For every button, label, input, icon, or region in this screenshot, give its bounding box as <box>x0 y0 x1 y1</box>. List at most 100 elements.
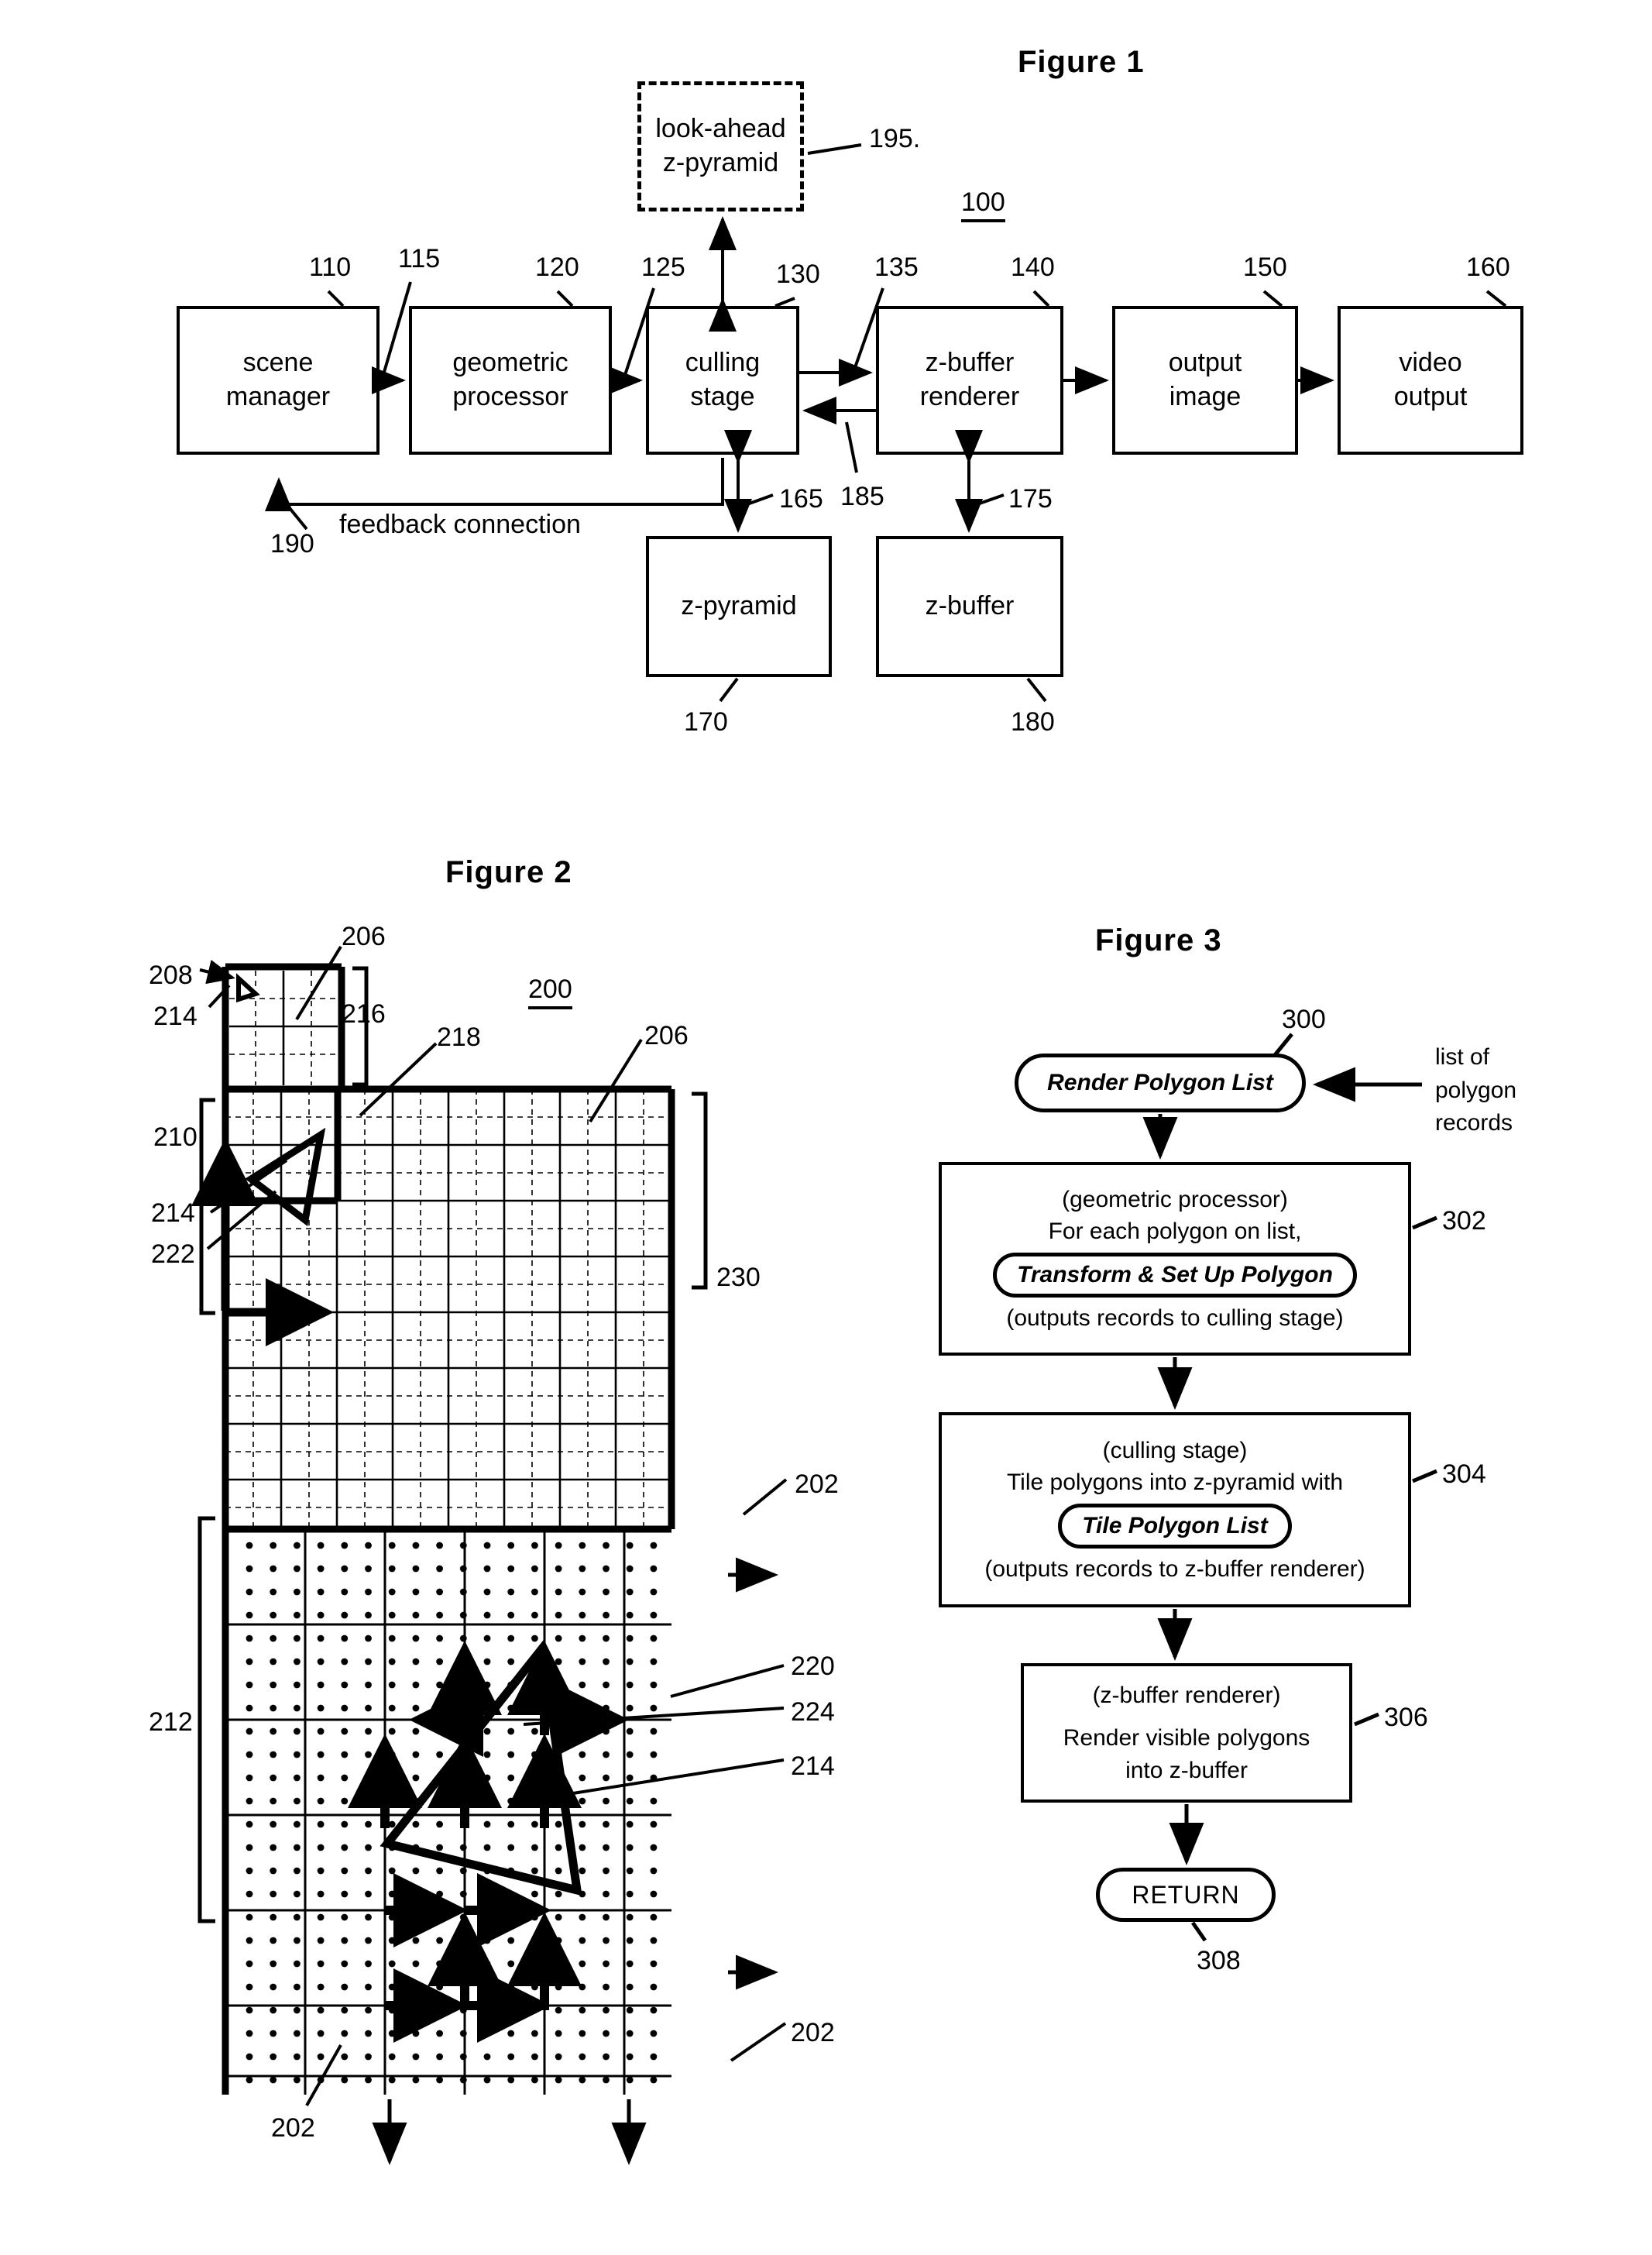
ref-185: 185 <box>840 482 884 511</box>
z-pyramid-label: z-pyramid <box>681 591 797 621</box>
flow-side-note: list of polygon records <box>1435 1041 1516 1140</box>
z-buffer-label: z-buffer <box>925 591 1015 621</box>
step-302-line-1: (geometric processor) <box>1062 1186 1288 1212</box>
step-304-pill[interactable]: Tile Polygon List <box>1058 1503 1292 1549</box>
ref2-208: 208 <box>149 961 193 990</box>
video-output-box[interactable]: video output <box>1338 306 1523 455</box>
ref-120: 120 <box>535 253 579 282</box>
culling-stage-box[interactable]: culling stage <box>646 306 799 455</box>
ref2-224: 224 <box>791 1697 835 1727</box>
ref-180: 180 <box>1011 707 1055 737</box>
video-output-line-1: video <box>1399 348 1462 378</box>
video-output-label: video output <box>1394 346 1468 414</box>
ref3-306: 306 <box>1384 1703 1428 1732</box>
figure-3-title: Figure 3 <box>1095 923 1222 957</box>
z-buffer-renderer-line-1: z-buffer <box>925 348 1015 378</box>
ref2-206-right: 206 <box>644 1021 689 1050</box>
step-304-line-2: Tile polygons into z-pyramid with <box>1006 1470 1344 1496</box>
ref-150: 150 <box>1243 253 1287 282</box>
ref2-214-c: 214 <box>791 1751 835 1781</box>
flow-start-label: Render Polygon List <box>1047 1070 1273 1095</box>
scene-manager-line-1: scene <box>242 348 314 378</box>
geometric-processor-label: geometric processor <box>452 346 568 414</box>
scene-manager-box[interactable]: scene manager <box>177 306 380 455</box>
geometric-processor-line-1: geometric <box>452 348 568 378</box>
side-note-line-1: list of <box>1435 1044 1490 1070</box>
ref-160: 160 <box>1466 253 1510 282</box>
figure-1-system-ref: 100 <box>961 187 1005 222</box>
ref3-302: 302 <box>1442 1206 1486 1236</box>
look-ahead-line-1: look-ahead <box>655 114 786 144</box>
output-image-line-1: output <box>1168 348 1242 378</box>
ref-135: 135 <box>874 253 919 282</box>
geometric-processor-line-2: processor <box>452 382 568 411</box>
ref2-218: 218 <box>437 1023 481 1052</box>
output-image-label: output image <box>1169 346 1242 414</box>
ref-125: 125 <box>641 253 685 282</box>
output-image-line-2: image <box>1169 382 1242 411</box>
step-304-pill-label: Tile Polygon List <box>1082 1513 1268 1538</box>
culling-stage-line-1: culling <box>685 348 761 378</box>
ref2-202-a: 202 <box>795 1470 839 1499</box>
culling-stage-label: culling stage <box>685 346 760 414</box>
ref-190: 190 <box>270 529 314 559</box>
video-output-line-2: output <box>1393 382 1468 411</box>
flow-step-304[interactable]: (culling stage) Tile polygons into z-pyr… <box>939 1412 1411 1607</box>
ref3-304: 304 <box>1442 1459 1486 1489</box>
figure-1-title: Figure 1 <box>1018 45 1145 79</box>
step-306-line-3: into z-buffer <box>1125 1757 1248 1783</box>
step-304-line-3: (outputs records to z-buffer renderer) <box>984 1555 1365 1582</box>
ref-175: 175 <box>1008 484 1053 514</box>
side-note-line-3: records <box>1435 1110 1513 1136</box>
z-buffer-renderer-label: z-buffer renderer <box>920 346 1020 414</box>
ref-140: 140 <box>1011 253 1055 282</box>
ref2-222: 222 <box>151 1239 195 1269</box>
ref-195: 195. <box>869 124 921 153</box>
step-302-pill[interactable]: Transform & Set Up Polygon <box>993 1252 1357 1298</box>
geometric-processor-box[interactable]: geometric processor <box>409 306 612 455</box>
step-302-pill-label: Transform & Set Up Polygon <box>1017 1262 1333 1287</box>
flow-start-node[interactable]: Render Polygon List <box>1015 1054 1306 1112</box>
ref2-214-a: 214 <box>153 1002 197 1031</box>
side-note-line-2: polygon <box>1435 1077 1517 1103</box>
figure-2-title: Figure 2 <box>445 855 572 889</box>
feedback-connection-label: feedback connection <box>339 510 581 539</box>
step-306-line-1: (z-buffer renderer) <box>1092 1682 1281 1708</box>
scene-manager-label: scene manager <box>226 346 330 414</box>
scene-manager-line-2: manager <box>225 382 331 411</box>
output-image-box[interactable]: output image <box>1112 306 1298 455</box>
flow-return-node[interactable]: RETURN <box>1096 1868 1276 1922</box>
ref2-220: 220 <box>791 1652 835 1681</box>
flow-return-label: RETURN <box>1132 1880 1240 1909</box>
look-ahead-z-pyramid-label: look-ahead z-pyramid <box>655 112 785 180</box>
step-302-line-2: For each polygon on list, <box>1048 1219 1302 1245</box>
z-buffer-box[interactable]: z-buffer <box>876 536 1063 677</box>
ref2-206-top: 206 <box>342 922 386 951</box>
ref-115: 115 <box>398 244 441 273</box>
step-306-line-2: Render visible polygons <box>1063 1725 1310 1751</box>
ref2-202-c: 202 <box>271 2113 315 2143</box>
ref3-300: 300 <box>1282 1005 1326 1034</box>
ref-165: 165 <box>779 484 823 514</box>
ref2-214-b: 214 <box>151 1198 195 1228</box>
ref-130: 130 <box>776 260 820 289</box>
z-buffer-renderer-line-2: renderer <box>919 382 1020 411</box>
ref2-216: 216 <box>342 999 386 1029</box>
step-302-line-3: (outputs records to culling stage) <box>1006 1305 1344 1331</box>
z-pyramid-box[interactable]: z-pyramid <box>646 536 832 677</box>
figure-2-system-ref: 200 <box>528 975 572 1009</box>
look-ahead-z-pyramid-box[interactable]: look-ahead z-pyramid <box>637 81 804 211</box>
ref-170: 170 <box>684 707 728 737</box>
ref2-230: 230 <box>716 1263 761 1292</box>
ref2-210: 210 <box>153 1122 197 1152</box>
ref2-212: 212 <box>149 1707 193 1737</box>
ref-110: 110 <box>309 253 352 282</box>
culling-stage-line-2: stage <box>690 382 755 411</box>
flow-step-302[interactable]: (geometric processor) For each polygon o… <box>939 1162 1411 1356</box>
ref3-308: 308 <box>1197 1946 1241 1975</box>
ref2-202-b: 202 <box>791 2018 835 2047</box>
z-buffer-renderer-box[interactable]: z-buffer renderer <box>876 306 1063 455</box>
look-ahead-line-2: z-pyramid <box>662 148 779 177</box>
step-304-line-1: (culling stage) <box>1102 1437 1248 1463</box>
flow-step-306[interactable]: (z-buffer renderer) Render visible polyg… <box>1021 1663 1352 1803</box>
